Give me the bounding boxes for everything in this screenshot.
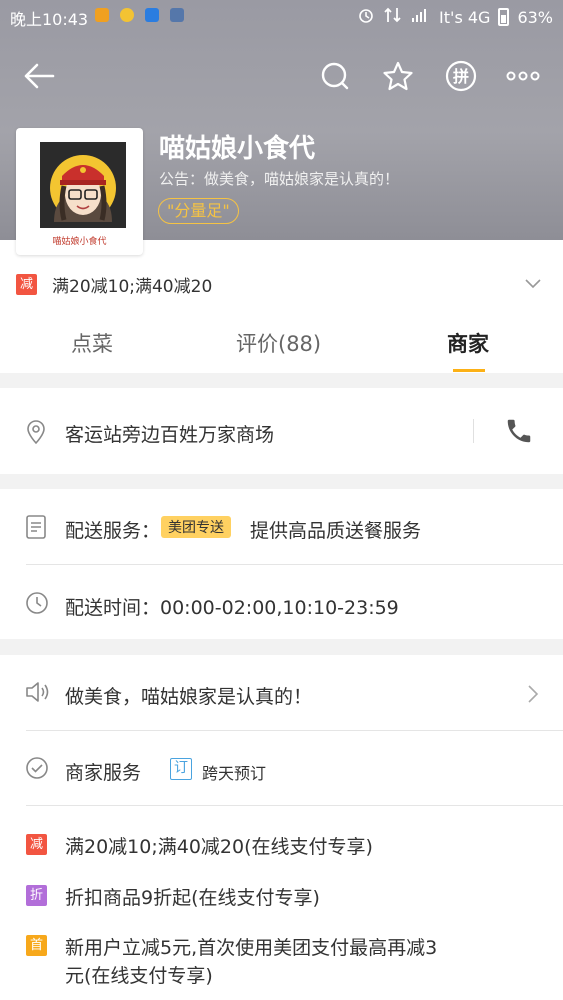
shop-name: 喵姑娘小食代 — [159, 134, 316, 164]
offer-badge-sale: 折 — [26, 885, 47, 906]
pin-group-icon: 拼 — [445, 60, 477, 92]
reserve-text: 跨天预订 — [202, 764, 267, 783]
favorite-button[interactable] — [380, 58, 416, 94]
back-button[interactable] — [21, 58, 57, 94]
phone-icon[interactable] — [504, 416, 534, 450]
group-order-button[interactable]: 拼 — [443, 58, 479, 94]
merchant-service-label: 商家服务 — [65, 762, 142, 784]
meituan-delivery-tag: 美团专送 — [161, 516, 231, 538]
tab-reviews[interactable]: 评价(88) — [236, 328, 321, 358]
vertical-divider — [473, 419, 474, 443]
delivery-time: 配送时间：00:00-02:00,10:10-23:59 — [65, 597, 399, 619]
shop-address[interactable]: 客运站旁边百姓万家商场 — [65, 420, 274, 447]
notification-icon — [145, 8, 159, 22]
tab-merchant[interactable]: 商家 — [447, 328, 489, 358]
announcement-text[interactable]: 做美食，喵姑娘家是认真的！ — [65, 682, 312, 709]
chevron-right-icon[interactable] — [527, 684, 539, 708]
battery-level: 63% — [517, 7, 553, 27]
delivery-service-label: 配送服务： — [65, 520, 161, 542]
search-button[interactable] — [317, 58, 353, 94]
offer-text: 满20减10;满40减20(在线支付专享) — [65, 836, 373, 858]
shop-notice: 公告：做美食，喵姑娘家是认真的！ — [159, 170, 400, 188]
document-icon — [25, 514, 47, 544]
signal-icon — [411, 7, 431, 27]
active-tab-indicator — [453, 369, 485, 372]
notification-icon — [170, 8, 184, 22]
shop-tag[interactable]: "分量足" — [158, 198, 239, 224]
offer-text-cont: 元(在线支付专享) — [65, 965, 213, 987]
delivery-service-desc: 提供高品质送餐服务 — [250, 520, 422, 542]
notification-icon — [120, 8, 134, 22]
shop-logo[interactable]: 喵姑娘小食代 — [16, 128, 143, 255]
location-pin-icon — [25, 419, 47, 449]
row-divider — [26, 564, 563, 565]
data-arrows-icon — [383, 6, 403, 28]
more-icon — [506, 71, 540, 81]
row-divider — [26, 730, 563, 731]
chevron-down-icon[interactable] — [525, 274, 541, 293]
status-time: 晚上10:43 — [10, 10, 89, 29]
offer-text: 折扣商品9折起(在线支付专享) — [65, 887, 320, 909]
check-circle-icon — [25, 756, 49, 784]
speaker-icon — [24, 680, 52, 708]
offer-text: 新用户立减5元,首次使用美团支付最高再减3 — [65, 937, 438, 959]
notification-icon — [95, 8, 109, 22]
row-divider — [26, 805, 563, 806]
star-icon — [383, 61, 413, 91]
status-bar: 晚上10:43 It's 4G 63% — [0, 0, 563, 32]
logo-avatar-illustration — [40, 142, 126, 228]
svg-text:拼: 拼 — [453, 67, 469, 86]
tab-order[interactable]: 点菜 — [71, 328, 113, 358]
carrier-label: It's 4G — [439, 7, 491, 27]
clock-icon — [25, 591, 49, 619]
back-arrow-icon — [24, 63, 55, 89]
promo-badge: 减 — [16, 274, 37, 295]
more-button[interactable] — [505, 58, 541, 94]
battery-icon — [498, 8, 510, 26]
promo-summary-text: 满20减10;满40减20 — [52, 277, 213, 297]
search-icon — [321, 62, 349, 90]
logo-caption: 喵姑娘小食代 — [52, 237, 107, 247]
offer-badge-first: 首 — [26, 935, 47, 956]
reserve-badge: 订 — [170, 758, 192, 780]
alarm-icon — [357, 6, 375, 28]
offer-badge-discount: 减 — [26, 834, 47, 855]
